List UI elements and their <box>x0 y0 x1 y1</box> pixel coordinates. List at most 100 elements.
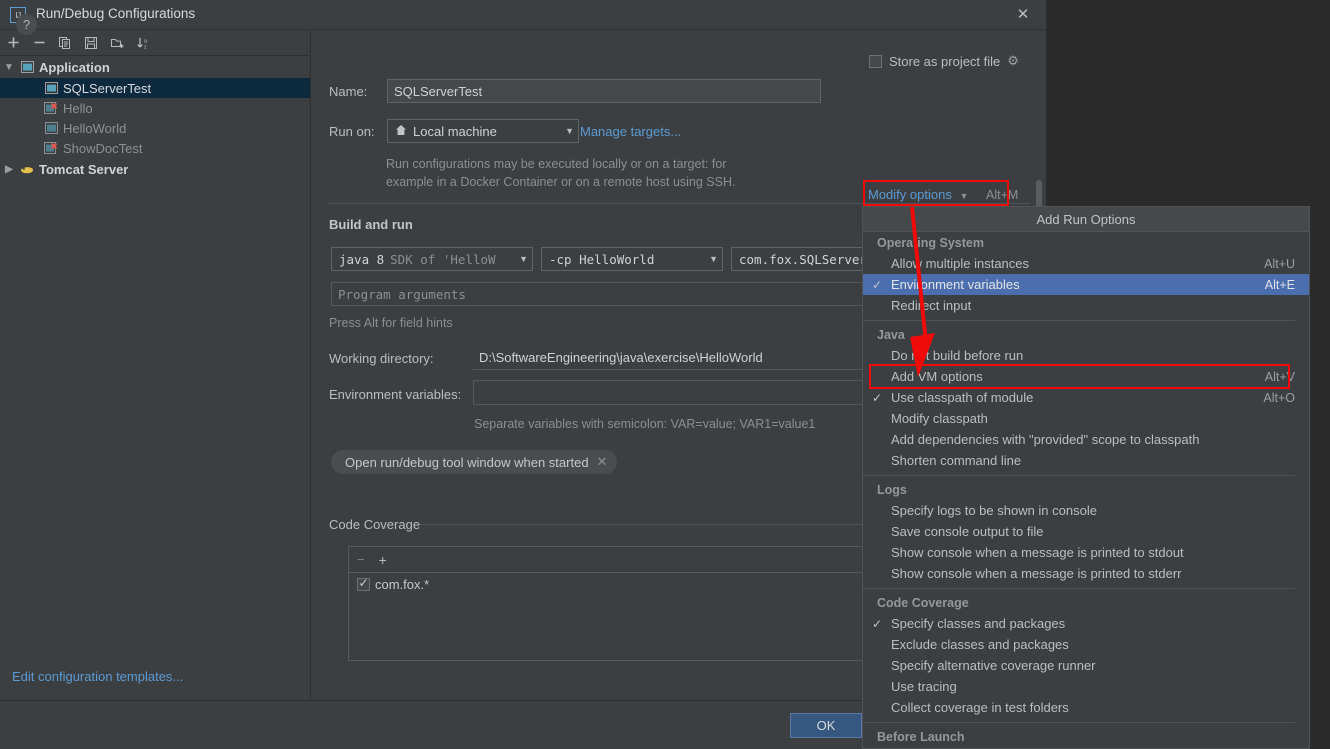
tree-group-application[interactable]: ▼ Application <box>0 56 310 78</box>
popup-menu-item[interactable]: ✓ Use classpath of module Alt+O <box>863 387 1309 408</box>
application-error-icon <box>42 142 60 154</box>
popup-menu-item[interactable]: Exclude classes and packages <box>863 634 1309 655</box>
popup-item-shortcut: Alt+E <box>1264 277 1295 292</box>
popup-item-label: Environment variables <box>891 277 1020 292</box>
popup-menu-item[interactable]: Add dependencies with "provided" scope t… <box>863 429 1309 450</box>
popup-item-label: Show console when a message is printed t… <box>891 566 1182 581</box>
jre-dropdown[interactable]: java 8 SDK of 'HelloW ▼ <box>331 247 533 271</box>
code-coverage-title: Code Coverage <box>329 517 421 532</box>
popup-menu-item[interactable]: Shorten command line <box>863 450 1309 471</box>
store-as-project-file-checkbox[interactable]: Store as project file ⚙ <box>869 53 1019 69</box>
name-input[interactable]: SQLServerTest <box>387 79 821 103</box>
popup-menu-item[interactable]: ✓ Specify classes and packages <box>863 613 1309 634</box>
coverage-packages-panel: − + com.fox.* <box>348 546 868 661</box>
close-icon[interactable]: ✕ <box>597 454 608 470</box>
modify-options-shortcut: Alt+M <box>986 188 1019 202</box>
sort-az-icon[interactable]: a z <box>130 30 156 55</box>
gear-icon[interactable]: ⚙ <box>1007 53 1019 69</box>
tree-item-showdoctest[interactable]: ShowDocTest <box>0 138 310 158</box>
popup-item-label: Show console when a message is printed t… <box>891 545 1184 560</box>
tree-item-label: HelloWorld <box>63 120 127 136</box>
coverage-item-checkbox[interactable] <box>357 576 370 591</box>
popup-item-label: Add dependencies with "provided" scope t… <box>891 432 1200 447</box>
ok-button[interactable]: OK <box>790 713 862 738</box>
coverage-list-item[interactable]: com.fox.* <box>349 573 867 592</box>
configurations-toolbar: a z <box>0 30 310 56</box>
store-as-project-file-box[interactable] <box>869 54 882 68</box>
popup-menu-item[interactable]: Specify alternative coverage runner <box>863 655 1309 676</box>
popup-separator <box>863 588 1295 589</box>
coverage-item-label: com.fox.* <box>375 577 430 592</box>
popup-item-label: Exclude classes and packages <box>891 637 1069 652</box>
manage-targets-link[interactable]: Manage targets... <box>580 124 681 139</box>
folder-add-icon[interactable] <box>104 30 130 55</box>
popup-item-label: Save console output to file <box>891 524 1044 539</box>
save-configuration-icon[interactable] <box>78 30 104 55</box>
tree-item-helloworld[interactable]: HelloWorld <box>0 118 310 138</box>
tree-item-label: ShowDocTest <box>63 140 143 156</box>
popup-menu-item[interactable]: Allow multiple instances Alt+U <box>863 253 1309 274</box>
classpath-dropdown[interactable]: -cp HelloWorld ▼ <box>541 247 723 271</box>
popup-menu-item[interactable]: Specify logs to be shown in console <box>863 500 1309 521</box>
popup-menu-item[interactable]: ✓ Environment variables Alt+E <box>863 274 1309 295</box>
popup-items: Operating System Allow multiple instances… <box>863 232 1309 748</box>
popup-item-label: Specify logs to be shown in console <box>891 503 1097 518</box>
tree-group-tomcat-server[interactable]: ▶ Tomcat Server <box>0 158 310 180</box>
tree-item-hello[interactable]: Hello <box>0 98 310 118</box>
jre-value: java 8 <box>339 251 385 267</box>
popup-menu-item[interactable]: Collect coverage in test folders <box>863 697 1309 718</box>
check-icon: ✓ <box>871 390 883 405</box>
popup-item-label: Do not build before run <box>891 348 1024 363</box>
coverage-list-toolbar: − + <box>349 547 867 573</box>
build-and-run-title: Build and run <box>329 217 413 232</box>
help-button[interactable]: ? <box>16 14 37 35</box>
application-icon <box>42 122 60 134</box>
svg-text:z: z <box>144 44 147 50</box>
edit-configuration-templates-link[interactable]: Edit configuration templates... <box>12 669 183 684</box>
popup-menu-item[interactable]: Modify classpath <box>863 408 1309 429</box>
popup-group-header: Code Coverage <box>877 596 969 610</box>
chevron-down-icon[interactable]: ▼ <box>513 254 528 264</box>
close-icon[interactable]: ✕ <box>1014 6 1032 24</box>
chevron-down-icon[interactable]: ▼ <box>0 62 18 73</box>
popup-group-header: Operating System <box>877 236 984 250</box>
tree-item-sqlservertest[interactable]: SQLServerTest <box>0 78 310 98</box>
popup-title: Add Run Options <box>863 207 1309 232</box>
screen: IJ Run/Debug Configurations ✕ a z ▼ Appl… <box>0 0 1330 749</box>
application-error-icon <box>42 102 60 114</box>
add-run-options-popup: Add Run Options Operating System Allow mu… <box>862 206 1310 749</box>
tree-item-label: Tomcat Server <box>39 161 129 177</box>
popup-menu-item[interactable]: Use tracing <box>863 676 1309 697</box>
popup-menu-item[interactable]: Add VM options Alt+V <box>863 366 1309 387</box>
tomcat-icon <box>18 163 36 175</box>
popup-item-shortcut: Alt+O <box>1263 390 1295 405</box>
chevron-down-icon[interactable]: ▼ <box>703 254 718 264</box>
popup-group-header: Java <box>877 328 905 342</box>
configurations-tree: ▼ Application SQLServerTest Hello HelloW… <box>0 56 310 700</box>
run-on-target-dropdown[interactable]: Local machine ▼ <box>387 119 579 143</box>
popup-menu-item[interactable]: Redirect input <box>863 295 1309 316</box>
working-directory-label: Working directory: <box>329 351 434 366</box>
popup-item-label: Modify classpath <box>891 411 988 426</box>
modify-options-link[interactable]: Modify options ▼ <box>868 187 968 202</box>
chevron-right-icon[interactable]: ▶ <box>0 164 18 175</box>
popup-menu-item[interactable]: Do not build before run <box>863 345 1309 366</box>
popup-menu-item[interactable]: Save console output to file <box>863 521 1309 542</box>
application-icon <box>18 61 36 73</box>
popup-group-header: Logs <box>877 483 907 497</box>
chevron-down-icon[interactable]: ▼ <box>559 126 574 136</box>
run-on-value: Local machine <box>413 123 497 139</box>
popup-menu-item[interactable]: Show console when a message is printed t… <box>863 542 1309 563</box>
remove-package-button[interactable]: − <box>357 552 365 567</box>
chevron-down-icon[interactable]: ▼ <box>959 191 968 201</box>
popup-item-shortcut: Alt+U <box>1264 256 1295 271</box>
open-tool-window-label: Open run/debug tool window when started <box>345 454 589 470</box>
popup-item-label: Add VM options <box>891 369 983 384</box>
name-label: Name: <box>329 84 368 99</box>
tree-item-label: Application <box>39 59 110 75</box>
copy-configuration-icon[interactable] <box>52 30 78 55</box>
check-icon: ✓ <box>871 277 883 292</box>
open-tool-window-chip[interactable]: Open run/debug tool window when started … <box>331 450 618 474</box>
popup-menu-item[interactable]: Show console when a message is printed t… <box>863 563 1309 584</box>
add-package-button[interactable]: + <box>379 552 387 568</box>
